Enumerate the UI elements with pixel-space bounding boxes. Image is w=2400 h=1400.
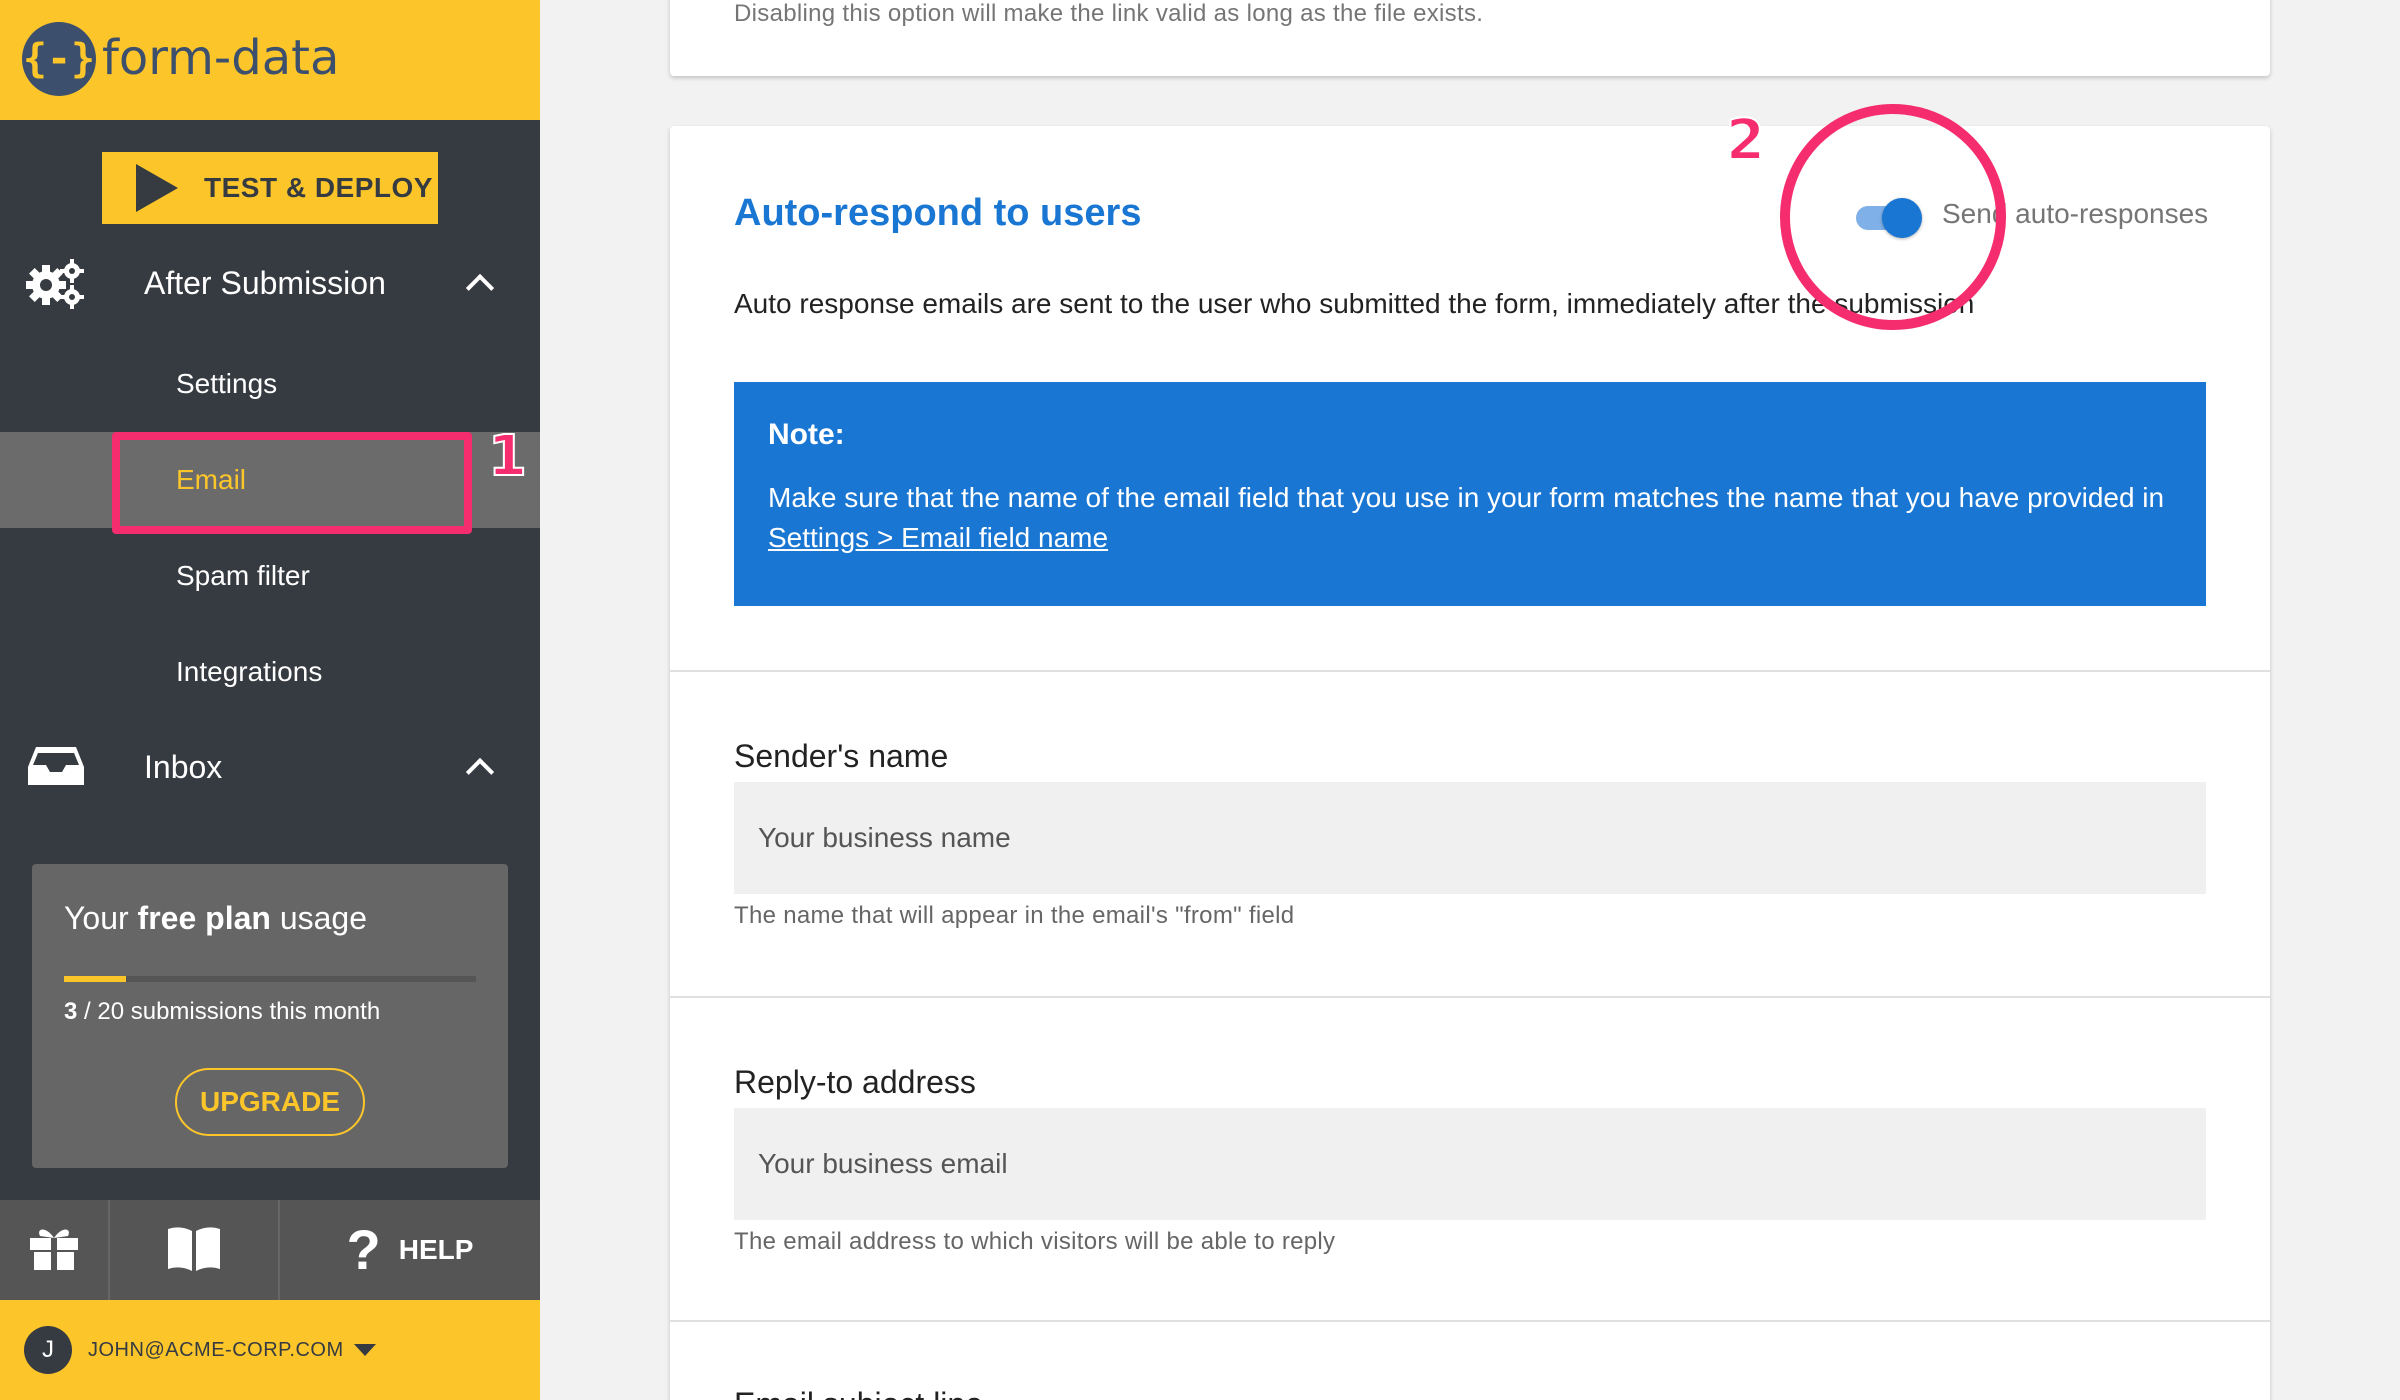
senders-name-input[interactable]	[734, 782, 2206, 894]
sidebar-section-inbox[interactable]: Inbox	[0, 722, 540, 812]
usage-progress-bar	[64, 976, 476, 982]
senders-name-label: Sender's name	[734, 738, 949, 774]
book-icon	[166, 1225, 222, 1276]
brand-name: form-data	[102, 30, 340, 86]
link-expiry-card: Disabling this option will make the link…	[670, 0, 2270, 76]
note-body: Make sure that the name of the email fie…	[768, 482, 2165, 553]
user-menu[interactable]: J JOHN@ACME-CORP.COM	[0, 1300, 540, 1400]
gears-icon	[24, 255, 88, 311]
reply-to-label: Reply-to address	[734, 1064, 976, 1100]
play-icon	[136, 164, 178, 212]
inbox-icon	[24, 739, 88, 795]
question-icon: ?	[346, 1218, 381, 1281]
note-title: Note:	[768, 418, 845, 451]
sidebar-item-label: Integrations	[176, 656, 323, 687]
senders-name-help: The name that will appear in the email's…	[734, 902, 1295, 929]
test-deploy-button[interactable]: TEST & DEPLOY	[102, 152, 438, 224]
email-subject-label: Email subject line	[734, 1386, 983, 1400]
sidebar-item-label: Spam filter	[176, 560, 310, 591]
upgrade-button[interactable]: UPGRADE	[175, 1068, 365, 1136]
chevron-up-icon	[465, 757, 495, 787]
note-box: Note: Make sure that the name of the ema…	[734, 382, 2206, 606]
gift-button[interactable]	[0, 1200, 110, 1300]
annotation-highlight-email	[112, 432, 472, 534]
help-label: HELP	[398, 1234, 474, 1265]
sidebar-item-spam-filter[interactable]: Spam filter	[0, 528, 540, 624]
sidebar-section-after-submission[interactable]: After Submission	[0, 238, 540, 328]
reply-to-input[interactable]	[734, 1108, 2206, 1220]
email-field-name-link[interactable]: Settings > Email field name	[768, 522, 1108, 553]
user-email: JOHN@ACME-CORP.COM	[88, 1338, 344, 1361]
annotation-marker-2: 2	[1725, 107, 1766, 174]
divider	[670, 670, 2270, 672]
usage-count: 3 / 20 submissions this month	[64, 998, 381, 1025]
sidebar: {-} form-data TEST & DEPLOY After Submis…	[0, 0, 540, 1400]
auto-respond-title: Auto-respond to users	[734, 192, 1142, 234]
auto-respond-description: Auto response emails are sent to the use…	[734, 288, 1975, 319]
test-deploy-label: TEST & DEPLOY	[204, 172, 433, 203]
usage-title: Your free plan usage	[64, 900, 367, 936]
annotation-circle-toggle	[1780, 104, 2006, 330]
sidebar-bottom-bar: ? HELP	[0, 1200, 540, 1300]
caret-down-icon	[354, 1344, 376, 1356]
section-label: After Submission	[144, 264, 386, 301]
link-expiry-text: Disabling this option will make the link…	[734, 0, 1484, 27]
auto-respond-card: Auto-respond to users Send auto-response…	[670, 126, 2270, 1400]
logo-bar: {-} form-data	[0, 0, 540, 120]
annotation-marker-1: 1	[487, 423, 528, 490]
usage-card: Your free plan usage 3 / 20 submissions …	[32, 864, 508, 1168]
sidebar-item-label: Settings	[176, 368, 278, 399]
usage-progress-fill	[64, 976, 126, 982]
avatar: J	[24, 1326, 72, 1374]
sidebar-item-settings[interactable]: Settings	[0, 336, 540, 432]
gift-icon	[28, 1224, 80, 1277]
chevron-up-icon	[465, 273, 495, 303]
logo-icon: {-}	[22, 22, 96, 96]
sidebar-item-integrations[interactable]: Integrations	[0, 624, 540, 720]
section-label: Inbox	[144, 748, 223, 785]
divider	[670, 1320, 2270, 1322]
divider	[670, 996, 2270, 998]
help-button[interactable]: ? HELP	[280, 1200, 540, 1300]
reply-to-help: The email address to which visitors will…	[734, 1228, 1336, 1255]
docs-button[interactable]	[110, 1200, 280, 1300]
